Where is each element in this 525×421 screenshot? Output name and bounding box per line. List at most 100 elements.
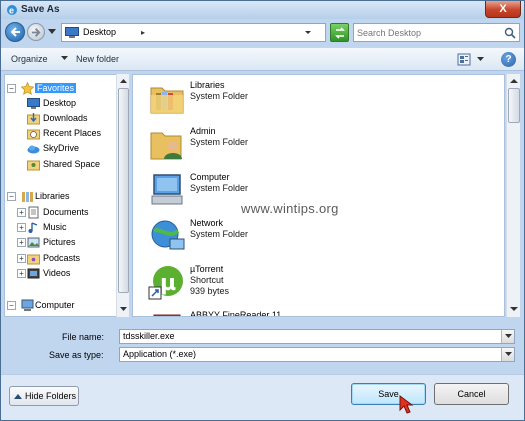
watermark-text: www.wintips.org — [241, 201, 339, 216]
pictures-icon — [27, 236, 40, 249]
desktop-icon — [27, 97, 40, 110]
disk-icon — [27, 314, 40, 316]
address-dropdown-icon[interactable] — [301, 23, 315, 42]
collapse-icon[interactable]: − — [7, 192, 16, 201]
cancel-button[interactable]: Cancel — [434, 383, 509, 405]
sidebar-item-music[interactable]: + Music — [5, 221, 117, 235]
search-input[interactable] — [357, 26, 495, 39]
sidebar-item-documents[interactable]: + Documents — [5, 206, 117, 220]
scroll-up-arrow-icon[interactable] — [508, 75, 520, 87]
organize-menu[interactable]: Organize — [11, 54, 48, 64]
expand-icon[interactable]: + — [17, 316, 26, 317]
chevron-down-icon — [505, 334, 512, 338]
search-box[interactable] — [353, 23, 520, 42]
sidebar-item-local-disk-c[interactable]: + Local Disk (C:) — [5, 314, 117, 317]
sidebar-item-label: Videos — [43, 268, 71, 278]
scroll-thumb[interactable] — [118, 88, 129, 293]
file-name-value[interactable]: tdsskiller.exe — [123, 331, 175, 341]
file-type: System Folder — [190, 137, 249, 147]
expand-icon[interactable]: + — [17, 208, 26, 217]
sidebar-item-favorites[interactable]: − Favorites — [5, 81, 117, 96]
file-type: Shortcut — [190, 275, 224, 285]
address-location[interactable]: Desktop — [83, 27, 116, 37]
expand-icon[interactable]: + — [17, 238, 26, 247]
navigation-pane-scrollbar[interactable] — [116, 74, 129, 317]
file-item-abbyy-finereader-11[interactable]: ABBYY FineReader 11 — [148, 309, 348, 317]
save-as-type-dropdown-button[interactable] — [501, 348, 514, 361]
file-item-network[interactable]: Network System Folder — [148, 217, 348, 261]
scroll-up-arrow-icon[interactable] — [118, 75, 129, 87]
scroll-down-arrow-icon[interactable] — [508, 303, 520, 315]
save-as-type-select[interactable]: Application (*.exe) — [119, 347, 515, 362]
forward-button[interactable] — [27, 23, 45, 41]
abbyy-icon — [148, 309, 186, 316]
scroll-thumb[interactable] — [508, 88, 520, 123]
collapse-icon[interactable]: − — [7, 301, 16, 310]
sidebar-item-recent-places[interactable]: Recent Places — [5, 127, 117, 141]
svg-text:e: e — [9, 6, 14, 16]
sidebar-item-label: Local Disk (C:) — [43, 315, 102, 316]
file-name: Computer — [190, 172, 230, 182]
skydrive-icon — [27, 142, 40, 155]
new-folder-button[interactable]: New folder — [76, 54, 119, 64]
sidebar-item-downloads[interactable]: Downloads — [5, 112, 117, 126]
desktop-icon — [65, 27, 79, 38]
back-arrow-icon — [10, 27, 20, 37]
sidebar-item-label: SkyDrive — [43, 143, 80, 153]
address-bar[interactable]: Desktop ▸ — [61, 23, 326, 42]
sidebar-item-computer[interactable]: − Computer — [5, 299, 117, 313]
file-name: ABBYY FineReader 11 — [190, 310, 282, 317]
file-item-µtorrent[interactable]: µ µTorrent Shortcut 939 bytes — [148, 263, 348, 307]
sidebar-item-label: Desktop — [43, 98, 77, 108]
sidebar-item-videos[interactable]: + Videos — [5, 267, 117, 281]
sidebar-item-pictures[interactable]: + Pictures — [5, 236, 117, 250]
title-bar[interactable]: e Save As — [1, 1, 524, 19]
save-as-type-label: Save as type: — [49, 350, 104, 360]
expand-icon[interactable]: + — [17, 223, 26, 232]
address-separator[interactable]: ▸ — [141, 28, 145, 37]
sidebar-item-shared-space[interactable]: Shared Space — [5, 158, 117, 172]
documents-icon — [27, 206, 40, 219]
refresh-button[interactable] — [330, 23, 349, 42]
file-name-dropdown-button[interactable] — [501, 330, 514, 343]
sidebar-item-libraries[interactable]: − Libraries — [5, 190, 117, 204]
recent-locations-dropdown-icon[interactable] — [48, 29, 56, 35]
close-button[interactable]: X — [485, 1, 521, 18]
chevron-down-icon — [505, 352, 512, 356]
star-icon — [20, 81, 35, 95]
expand-icon[interactable]: + — [17, 269, 26, 278]
forward-arrow-icon — [31, 28, 41, 37]
sidebar-item-label: Downloads — [43, 113, 88, 123]
file-name: µTorrent — [190, 264, 224, 274]
file-list-pane[interactable]: Libraries System Folder Admin System Folder… — [132, 74, 505, 317]
sidebar-item-label: Recent Places — [43, 128, 102, 138]
back-button[interactable] — [5, 22, 25, 42]
computer-icon — [148, 171, 186, 209]
videos-icon — [27, 267, 40, 280]
file-name-field[interactable]: tdsskiller.exe — [119, 329, 515, 344]
hide-folders-button[interactable]: Hide Folders — [9, 386, 79, 406]
chevron-up-icon — [14, 394, 22, 399]
change-view-icon[interactable] — [457, 53, 471, 66]
computer-icon — [21, 299, 34, 312]
podcasts-icon — [27, 252, 40, 265]
sidebar-item-skydrive[interactable]: SkyDrive — [5, 142, 117, 156]
file-name: Network — [190, 218, 224, 228]
file-list-scrollbar[interactable] — [506, 74, 520, 317]
collapse-icon[interactable]: − — [7, 84, 16, 93]
file-item-admin[interactable]: Admin System Folder — [148, 125, 348, 169]
expand-icon[interactable]: + — [17, 254, 26, 263]
organize-dropdown-icon[interactable] — [61, 56, 68, 61]
sidebar-item-podcasts[interactable]: + Podcasts — [5, 252, 117, 266]
file-item-libraries[interactable]: Libraries System Folder — [148, 79, 348, 123]
sidebar-item-label: Podcasts — [43, 253, 81, 263]
view-dropdown-icon[interactable] — [477, 57, 484, 62]
navigation-pane[interactable]: − Favorites Desktop Downloads Recent Places S… — [4, 74, 129, 317]
search-icon[interactable] — [504, 27, 516, 39]
sidebar-item-desktop[interactable]: Desktop — [5, 97, 117, 111]
utorrent-icon: µ — [148, 263, 186, 301]
save-as-type-value[interactable]: Application (*.exe) — [123, 349, 196, 359]
file-type: System Folder — [190, 183, 249, 193]
scroll-down-arrow-icon[interactable] — [118, 303, 129, 315]
help-icon[interactable]: ? — [501, 52, 516, 67]
